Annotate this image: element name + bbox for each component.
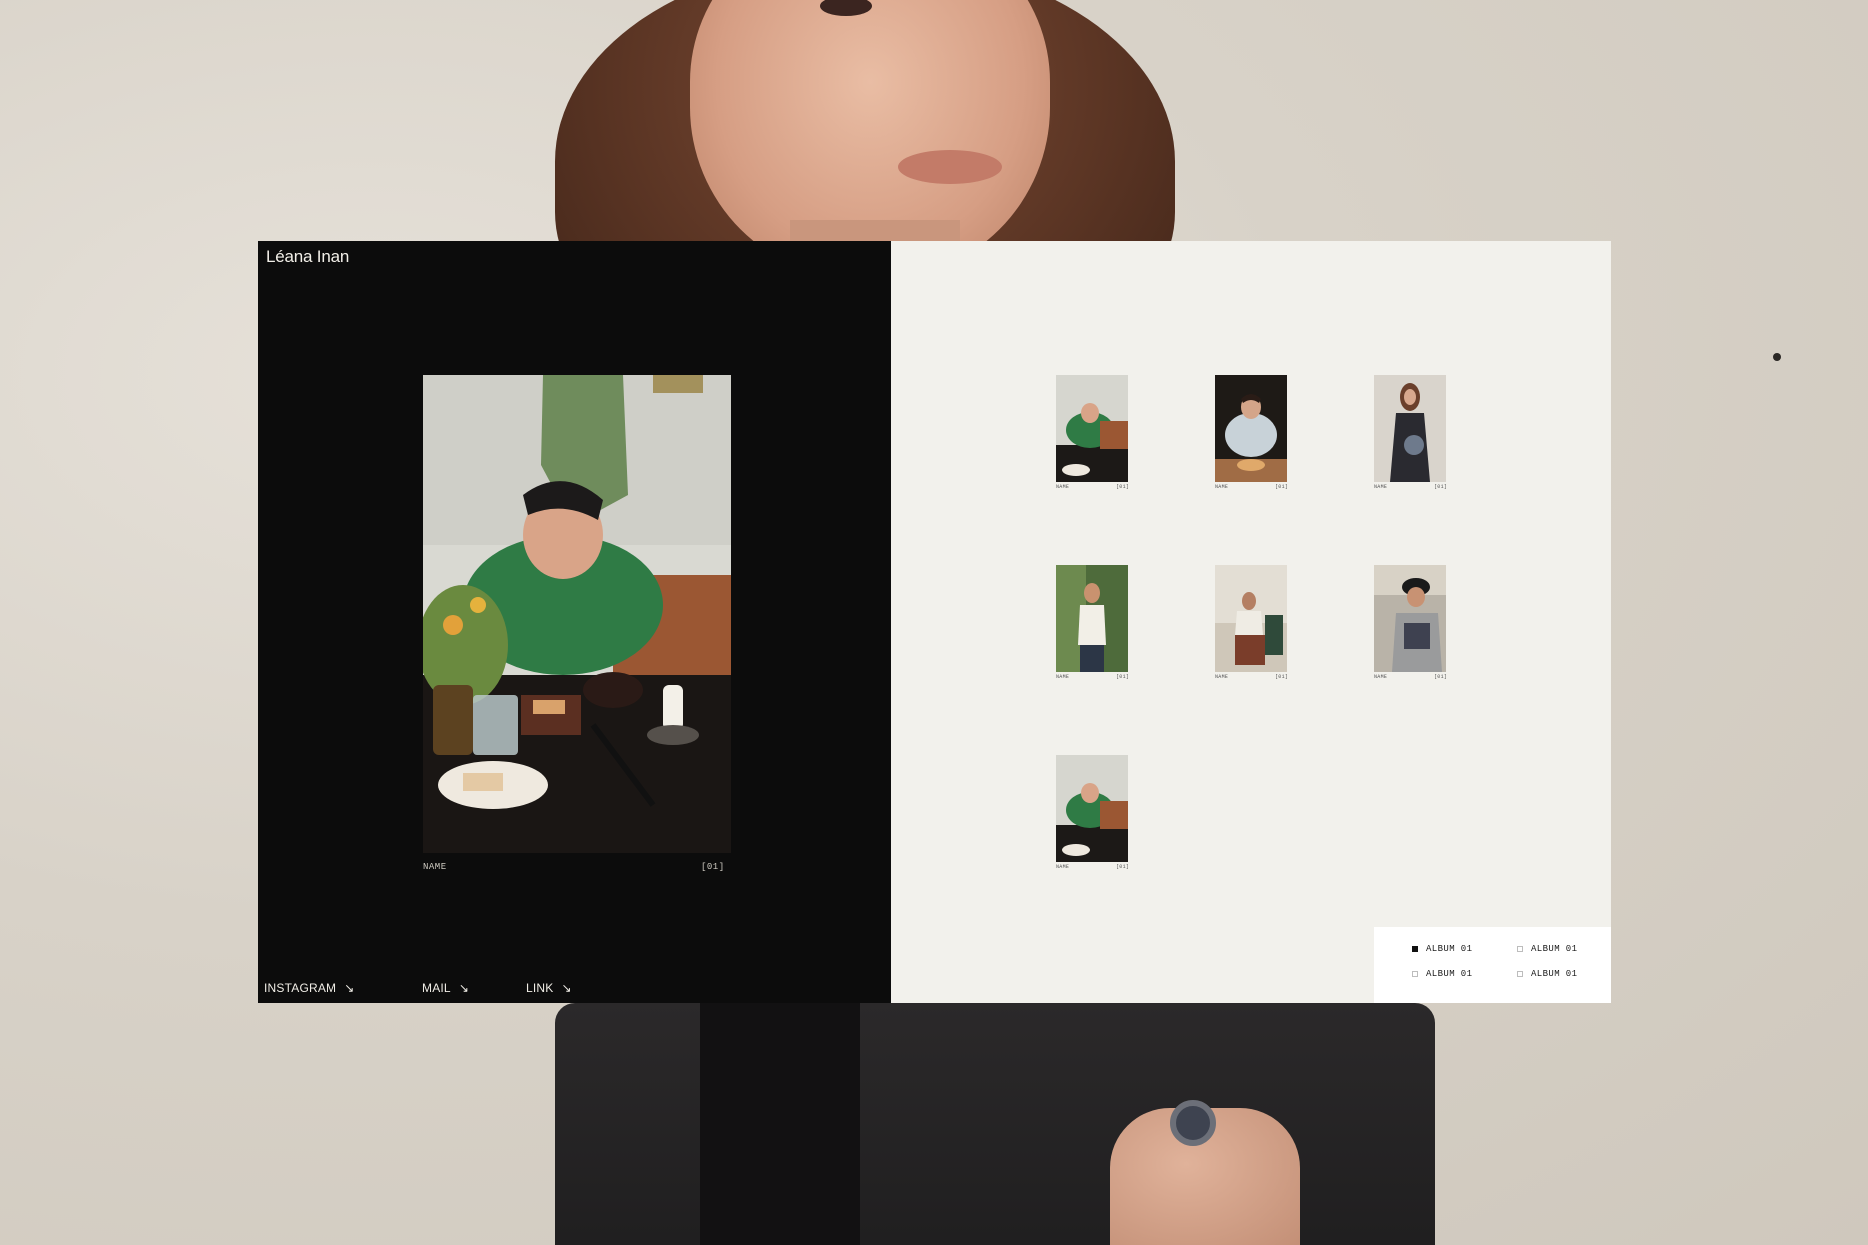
album-option[interactable]: ALBUM 01	[1517, 969, 1577, 979]
album-option[interactable]: ALBUM 01	[1412, 944, 1472, 954]
album-label: ALBUM 01	[1531, 944, 1578, 954]
thumb-image	[1056, 375, 1128, 482]
album-label: ALBUM 01	[1426, 944, 1473, 954]
gallery-thumb[interactable]	[1056, 755, 1128, 862]
album-selected-icon	[1412, 946, 1418, 952]
site-brand[interactable]: Léana Inan	[266, 247, 349, 267]
thumb-name: NAME	[1374, 484, 1388, 490]
arrow-down-right-icon: ↘	[561, 981, 572, 995]
social-label: INSTAGRAM	[264, 981, 337, 995]
gallery-thumb[interactable]	[1215, 375, 1287, 482]
album-unselected-icon	[1517, 946, 1523, 952]
background-wall-mark	[1773, 353, 1781, 361]
thumb-image	[1215, 375, 1287, 482]
arrow-down-right-icon: ↘	[458, 981, 470, 995]
gallery-thumb[interactable]	[1056, 375, 1128, 482]
thumb-index: [01]	[1116, 864, 1130, 870]
thumb-index: [01]	[1116, 484, 1130, 490]
background-ring	[1170, 1100, 1216, 1146]
social-link-instagram[interactable]: INSTAGRAM ↘	[264, 981, 355, 995]
thumb-image	[1374, 565, 1446, 672]
social-label: MAIL	[422, 981, 451, 995]
background-coat	[555, 1003, 1435, 1245]
thumb-image	[1056, 755, 1128, 862]
social-label: LINK	[526, 981, 554, 995]
thumb-index: [01]	[1116, 674, 1130, 680]
gallery-thumb[interactable]	[1374, 375, 1446, 482]
album-label: ALBUM 01	[1531, 969, 1578, 979]
gallery-thumb[interactable]	[1374, 565, 1446, 672]
featured-photo-image	[423, 375, 731, 853]
background-bag-strap	[700, 1003, 860, 1245]
thumb-name: NAME	[1374, 674, 1388, 680]
background-lips	[898, 150, 1002, 184]
thumb-image	[1374, 375, 1446, 482]
album-unselected-icon	[1517, 971, 1523, 977]
thumb-name: NAME	[1056, 484, 1070, 490]
thumb-name: NAME	[1215, 484, 1229, 490]
album-label: ALBUM 01	[1426, 969, 1473, 979]
thumb-name: NAME	[1056, 674, 1070, 680]
gallery-thumb[interactable]	[1215, 565, 1287, 672]
thumb-name: NAME	[1215, 674, 1229, 680]
album-option[interactable]: ALBUM 01	[1412, 969, 1472, 979]
thumb-index: [01]	[1434, 484, 1448, 490]
social-link-link[interactable]: LINK ↘	[526, 981, 572, 995]
portfolio-site: Léana Inan NAME [01] INSTAGRAM ↘ MAIL ↘ …	[258, 241, 1611, 1003]
album-unselected-icon	[1412, 971, 1418, 977]
featured-index: [01]	[701, 862, 725, 872]
featured-photo[interactable]	[423, 375, 731, 853]
album-option[interactable]: ALBUM 01	[1517, 944, 1577, 954]
thumb-index: [01]	[1275, 674, 1289, 680]
thumb-index: [01]	[1275, 484, 1289, 490]
album-selector: ALBUM 01 ALBUM 01 ALBUM 01 ALBUM 01	[1374, 927, 1611, 1003]
gallery-thumb[interactable]	[1056, 565, 1128, 672]
thumb-image	[1056, 565, 1128, 672]
social-link-mail[interactable]: MAIL ↘	[422, 981, 469, 995]
featured-name: NAME	[423, 862, 447, 872]
arrow-down-right-icon: ↘	[344, 981, 355, 995]
gallery-panel: NAME [01] NAME [01] NAME [01] NAME [01] …	[891, 241, 1611, 1003]
thumb-name: NAME	[1056, 864, 1070, 870]
thumb-index: [01]	[1434, 674, 1448, 680]
thumb-image	[1215, 565, 1287, 672]
feature-panel: Léana Inan NAME [01] INSTAGRAM ↘ MAIL ↘ …	[258, 241, 891, 1003]
